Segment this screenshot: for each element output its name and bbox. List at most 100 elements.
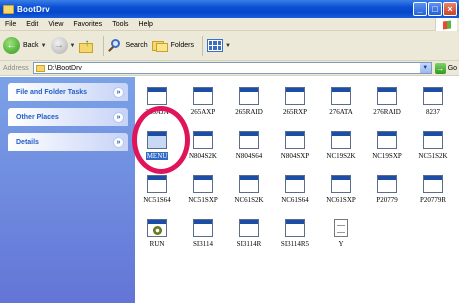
file-item[interactable]: N804S2K (185, 131, 221, 171)
file-item[interactable]: NC51SXP (185, 175, 221, 215)
menu-help[interactable]: Help (134, 21, 158, 28)
forward-arrow-icon: → (50, 37, 68, 54)
file-item-selected[interactable]: MENU (139, 131, 175, 171)
file-item[interactable]: 265AXP (185, 87, 221, 127)
file-item[interactable]: N804SXP (277, 131, 313, 171)
file-item[interactable]: 265AJA (139, 87, 175, 127)
chevron-down-icon[interactable]: » (113, 86, 124, 98)
gear-app-icon (147, 219, 167, 237)
folder-icon (3, 4, 14, 14)
file-name: NC61S64 (281, 196, 309, 204)
file-item[interactable]: Y (323, 219, 359, 259)
menu-tools[interactable]: Tools (107, 21, 133, 28)
menu-favorites[interactable]: Favorites (68, 21, 107, 28)
window-app-icon (193, 219, 213, 237)
chevron-down-icon[interactable]: » (113, 136, 124, 148)
window-app-icon (377, 175, 397, 193)
panel-file-folder-tasks[interactable]: File and Folder Tasks » (8, 83, 128, 101)
window-app-icon (239, 175, 259, 193)
file-name: NC51S64 (143, 196, 171, 204)
window-app-icon (147, 87, 167, 105)
file-item[interactable]: NC61SXP (323, 175, 359, 215)
file-item[interactable]: NC19S2K (323, 131, 359, 171)
toolbar-divider (202, 35, 203, 56)
forward-button[interactable]: → ▼ (50, 37, 76, 54)
menu-bar: File Edit View Favorites Tools Help (0, 18, 459, 31)
file-item[interactable]: N804S64 (231, 131, 267, 171)
chevron-down-icon[interactable]: » (113, 111, 124, 123)
toolbar: ← Back ▼ → ▼ ↑ Search Folders ▼ (0, 31, 459, 61)
file-item[interactable]: SI3114 (185, 219, 221, 259)
file-item[interactable]: 265RXP (277, 87, 313, 127)
menu-file[interactable]: File (0, 21, 21, 28)
file-item[interactable]: 276ATA (323, 87, 359, 127)
window-app-icon (239, 219, 259, 237)
views-icon (207, 39, 223, 52)
file-item[interactable]: RUN (139, 219, 175, 259)
search-icon (108, 38, 122, 53)
file-name: 265AXP (190, 108, 216, 116)
file-item[interactable]: 276RAID (369, 87, 405, 127)
file-name: P20779R (419, 196, 447, 204)
maximize-button[interactable]: □ (428, 2, 442, 16)
file-name: N804S2K (188, 152, 217, 160)
address-field[interactable]: D:\BootDrv ▼ (32, 62, 432, 74)
address-value[interactable]: D:\BootDrv (48, 65, 82, 72)
file-name: SI3114R (236, 240, 262, 248)
window-app-icon (377, 87, 397, 105)
window-app-icon (285, 87, 305, 105)
panel-other-places[interactable]: Other Places » (8, 108, 128, 126)
window-app-icon (147, 175, 167, 193)
file-item[interactable]: P20779R (415, 175, 451, 215)
folder-up-icon: ↑ (79, 38, 95, 53)
file-name: SI3114R5 (280, 240, 310, 248)
window-app-icon (423, 175, 443, 193)
address-label: Address (3, 64, 29, 72)
window-title: BootDrv (17, 4, 50, 14)
minimize-button[interactable]: _ (413, 2, 427, 16)
file-item[interactable]: 265RAID (231, 87, 267, 127)
file-name: N804SXP (280, 152, 310, 160)
file-name: P20779 (376, 196, 398, 204)
back-button[interactable]: ← Back ▼ (3, 37, 47, 54)
chevron-down-icon[interactable]: ▼ (41, 43, 47, 49)
file-item[interactable]: NC51S64 (139, 175, 175, 215)
file-item[interactable]: NC19SXP (369, 131, 405, 171)
search-button[interactable]: Search (108, 38, 148, 53)
close-button[interactable]: × (443, 2, 457, 16)
chevron-down-icon[interactable]: ▼ (70, 43, 76, 49)
window-app-icon (239, 131, 259, 149)
file-item[interactable]: NC61S64 (277, 175, 313, 215)
menu-view[interactable]: View (43, 21, 68, 28)
file-name: NC61S2K (234, 196, 264, 204)
menu-edit[interactable]: Edit (21, 21, 43, 28)
window-app-icon (331, 131, 351, 149)
panel-details[interactable]: Details » (8, 133, 128, 151)
windows-logo-icon (435, 18, 457, 31)
file-item[interactable]: SI3114R5 (277, 219, 313, 259)
file-name: Y (338, 240, 344, 248)
address-bar: Address D:\BootDrv ▼ → Go (0, 61, 459, 76)
file-item[interactable]: P20779 (369, 175, 405, 215)
file-name: 276RAID (373, 108, 401, 116)
folder-icon (35, 64, 45, 72)
folders-button[interactable]: Folders (151, 39, 194, 52)
window-app-icon (285, 219, 305, 237)
file-name: NC19SXP (372, 152, 402, 160)
folders-label: Folders (170, 42, 194, 49)
file-item[interactable]: 8237 (415, 87, 451, 127)
file-item[interactable]: SI3114R (231, 219, 267, 259)
views-button[interactable]: ▼ (207, 39, 231, 52)
window-app-icon (285, 131, 305, 149)
file-item[interactable]: NC51S2K (415, 131, 451, 171)
file-item[interactable]: NC61S2K (231, 175, 267, 215)
file-name: 8237 (426, 108, 440, 116)
window-app-icon (423, 131, 443, 149)
chevron-down-icon[interactable]: ▼ (225, 43, 231, 49)
go-button[interactable]: → Go (434, 62, 457, 74)
window-app-icon (193, 87, 213, 105)
search-label: Search (125, 42, 148, 49)
address-dropdown-icon[interactable]: ▼ (419, 63, 431, 73)
up-folder-button[interactable]: ↑ (79, 38, 95, 53)
go-arrow-icon: → (434, 62, 446, 74)
